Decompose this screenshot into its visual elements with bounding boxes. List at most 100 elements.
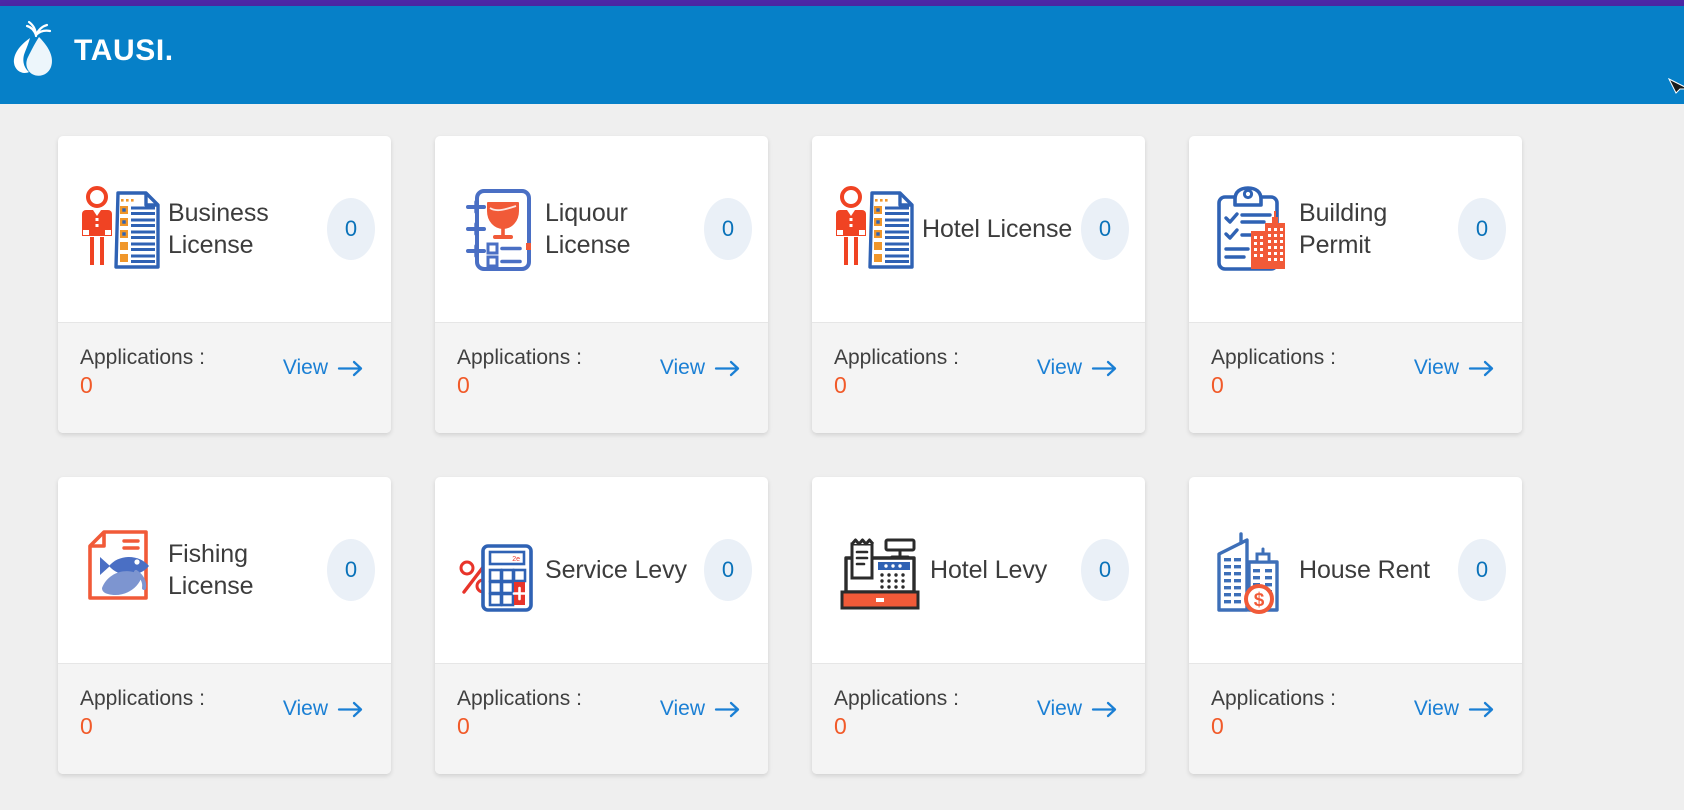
card-footer: Applications : 0 View [1189,323,1522,433]
applications-block: Applications : 0 [80,345,205,400]
license-card-grid: Business License 0 Applications : 0 View [58,136,1526,774]
liquour-license-icon [457,183,541,275]
card-count-badge: 0 [1458,539,1506,601]
view-link-label: View [659,697,705,720]
view-link[interactable]: View [1037,356,1119,380]
view-link-label: View [1036,356,1082,379]
arrow-right-icon [714,700,742,719]
card-title: Building Permit [1299,199,1388,259]
applications-value: 0 [1211,372,1224,399]
card-title: House Rent [1299,556,1431,584]
hotel-license-icon [834,183,918,275]
card-house-rent[interactable]: $ House Rent 0 Applications : 0 View [1189,477,1522,774]
app-header: TAUSI. [0,6,1684,104]
card-footer: Applications : 0 View [58,664,391,774]
card-footer: Applications : 0 View [1189,664,1522,774]
applications-value: 0 [457,372,470,399]
card-count-badge: 0 [704,198,752,260]
view-link-label: View [282,697,328,720]
applications-label: Applications : [834,346,959,369]
card-count-badge: 0 [327,198,375,260]
card-footer: Applications : 0 View [812,664,1145,774]
applications-label: Applications : [457,346,582,369]
applications-label: Applications : [1211,346,1336,369]
arrow-right-icon [714,359,742,378]
view-link[interactable]: View [283,356,365,380]
applications-value: 0 [80,372,93,399]
applications-block: Applications : 0 [457,345,582,400]
applications-value: 0 [834,713,847,740]
card-liquour-license[interactable]: Liquour License 0 Applications : 0 View [435,136,768,433]
applications-value: 0 [834,372,847,399]
card-footer: Applications : 0 View [812,323,1145,433]
applications-value: 0 [1211,713,1224,740]
building-permit-icon [1211,183,1295,275]
card-hotel-levy[interactable]: Hotel Levy 0 Applications : 0 View [812,477,1145,774]
fishing-license-icon [80,524,164,616]
arrow-right-icon [1468,700,1496,719]
tausi-droplet-logo-icon [6,20,64,82]
card-count-badge: 0 [704,539,752,601]
view-link[interactable]: View [1414,356,1496,380]
card-fishing-license[interactable]: Fishing License 0 Applications : 0 View [58,477,391,774]
applications-block: Applications : 0 [457,686,582,741]
card-header: Hotel License 0 [812,136,1145,322]
house-rent-icon: $ [1211,524,1295,616]
applications-block: Applications : 0 [1211,686,1336,741]
card-footer: Applications : 0 View [58,323,391,433]
arrow-right-icon [1091,700,1119,719]
applications-label: Applications : [457,687,582,710]
card-count-badge: 0 [1081,539,1129,601]
card-count-badge: 0 [1458,198,1506,260]
card-service-levy[interactable]: 2e Service Levy 0 Applications: 0 View [435,477,768,774]
view-link-label: View [1413,356,1459,379]
card-header: Business License 0 [58,136,391,322]
card-header: Building Permit 0 [1189,136,1522,322]
arrow-right-icon [337,700,365,719]
card-title: Liquour License [545,199,631,259]
applications-block: Applications : 0 [834,345,959,400]
hotel-levy-icon [834,524,926,616]
arrow-right-icon [337,359,365,378]
view-link-label: View [659,356,705,379]
card-count-badge: 0 [327,539,375,601]
business-license-icon [80,183,164,275]
applications-block: Applications : 0 [834,686,959,741]
view-link[interactable]: View [660,356,742,380]
card-title: Fishing License [168,540,254,600]
applications-label: Applications : [80,687,205,710]
applications-value: 0 [457,713,470,740]
view-link[interactable]: View [1414,697,1496,721]
card-building-permit[interactable]: Building Permit 0 Applications : 0 View [1189,136,1522,433]
applications-label: Applications : [1211,687,1336,710]
view-link[interactable]: View [660,697,742,721]
svg-text:$: $ [1254,590,1265,611]
card-business-license[interactable]: Business License 0 Applications : 0 View [58,136,391,433]
card-footer: Applications : 0 View [435,664,768,774]
brand[interactable]: TAUSI. [6,20,174,82]
svg-text:2e: 2e [512,556,520,563]
card-footer: Applications : 0 View [435,323,768,433]
card-title: Hotel License [922,215,1073,243]
card-title: Hotel Levy [930,556,1048,584]
card-header: 2e Service Levy 0 [435,477,768,663]
card-header: $ House Rent 0 [1189,477,1522,663]
view-link-label: View [1413,697,1459,720]
card-header: Hotel Levy 0 [812,477,1145,663]
service-levy-icon: 2e [457,524,541,616]
applications-value: 0 [80,713,93,740]
applications-block: Applications : 0 [1211,345,1336,400]
card-title: Business License [168,199,269,259]
view-link[interactable]: View [1037,697,1119,721]
view-link-label: View [1036,697,1082,720]
page-body: Business License 0 Applications : 0 View [0,104,1684,810]
applications-label: Applications : [834,687,959,710]
card-title: Service Levy [545,556,687,584]
card-header: Liquour License 0 [435,136,768,322]
brand-name: TAUSI. [74,34,174,67]
card-header: Fishing License 0 [58,477,391,663]
card-hotel-license[interactable]: Hotel License 0 Applications : 0 View [812,136,1145,433]
arrow-right-icon [1468,359,1496,378]
view-link[interactable]: View [283,697,365,721]
view-link-label: View [282,356,328,379]
